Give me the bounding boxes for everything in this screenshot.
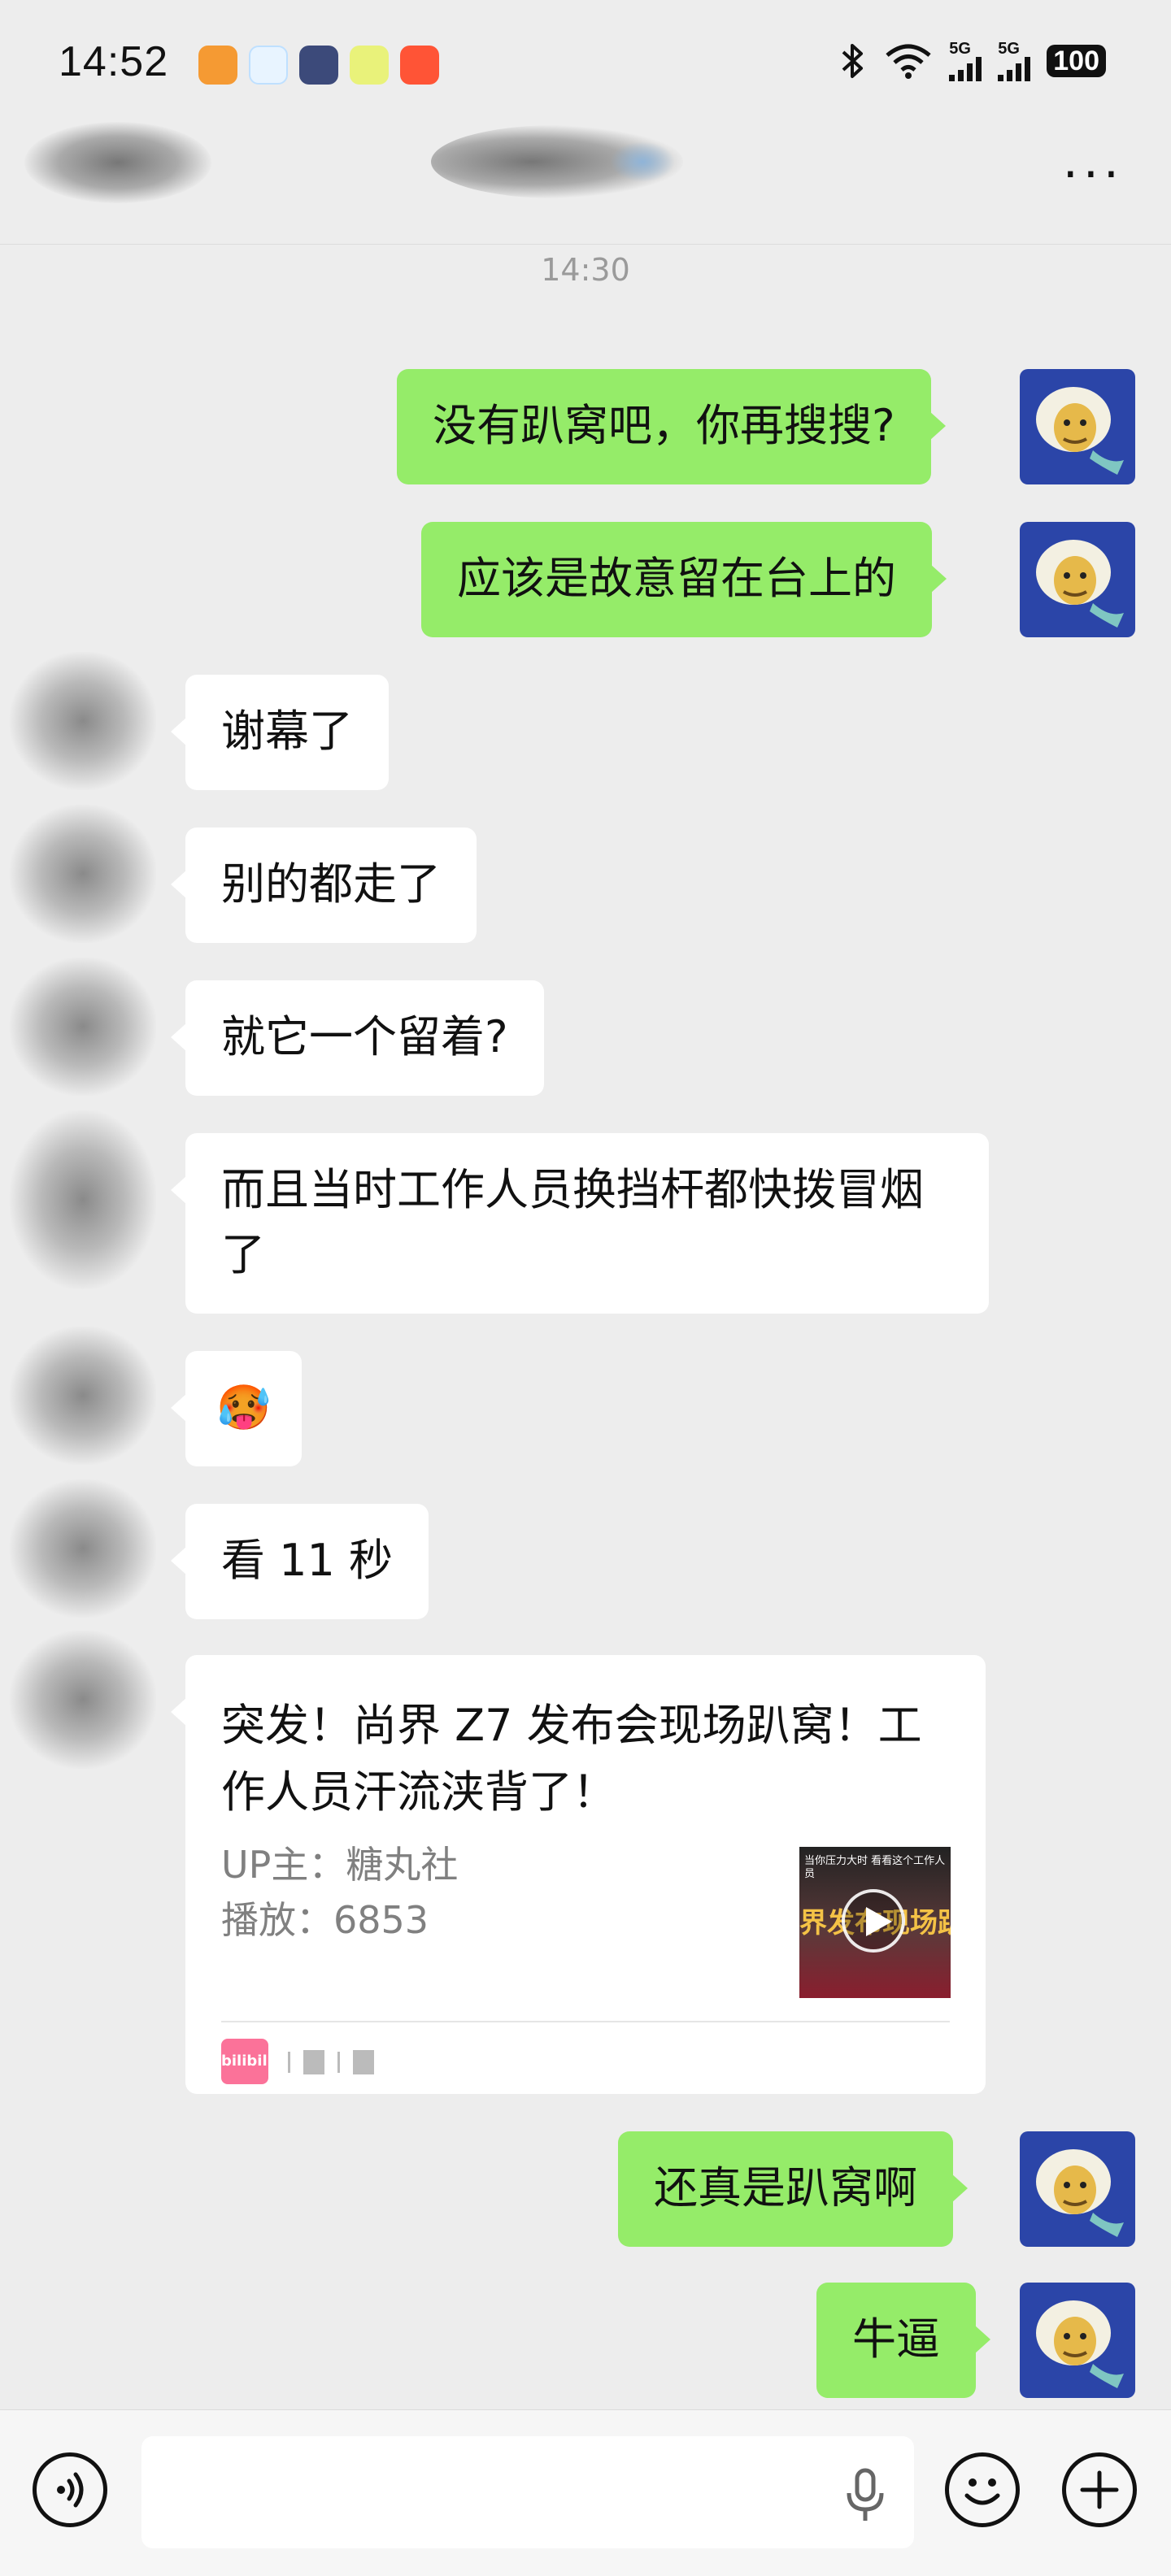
voice-wave-icon [57,2472,84,2508]
contact-avatar-blurred[interactable] [10,805,156,943]
notification-icons [198,46,439,85]
card-divider [221,2021,950,2022]
video-uploader: UP主：糖丸社 [221,1843,459,1887]
message-bubble-outgoing[interactable]: 没有趴窝吧，你再搜搜? [397,369,946,484]
more-options-button[interactable]: ··· [1063,150,1124,199]
chat-title-blurred [431,125,683,198]
shared-video-card[interactable]: 突发！尚界 Z7 发布会现场趴窝！工作人员汗流浃背了！ UP主：糖丸社 播放：6… [171,1655,986,2094]
voice-mode-button[interactable] [33,2452,107,2527]
play-icon [842,1889,905,1953]
video-thumbnail[interactable]: 当你压力大时 看看这个工作人员 界发布现场趴 [799,1847,951,1998]
my-avatar[interactable] [1020,2283,1135,2398]
back-and-title-blurred[interactable] [24,122,211,203]
message-bubble-incoming[interactable]: 就它一个留着? [171,980,544,1096]
security-app-icon [249,46,288,85]
status-time: 14:52 [59,38,169,85]
chat-timestamp: 14:30 [541,252,630,288]
contact-avatar-blurred[interactable] [10,958,156,1096]
app-notification-icon [198,46,237,85]
avatar-einstein-icon [1036,540,1124,628]
contact-avatar-blurred[interactable] [10,652,156,790]
car-app-icon [299,46,338,85]
avatar-einstein-icon [1036,2300,1124,2388]
app-notification-icon [350,46,389,85]
contact-avatar-blurred[interactable] [10,1479,156,1618]
smiley-icon [964,2478,1000,2505]
avatar-einstein-icon [1036,2149,1124,2237]
signal-bars-icon [998,57,1031,81]
message-bubble-incoming[interactable]: 别的都走了 [171,828,477,943]
message-bubble-incoming[interactable]: 而且当时工作人员换挡杆都快拨冒烟了 [171,1133,989,1314]
status-indicators: 5G 5G 100 [838,41,1106,81]
video-play-count: 播放：6853 [221,1898,429,1942]
my-avatar[interactable] [1020,2131,1135,2247]
message-bubble-outgoing[interactable]: 应该是故意留在台上的 [421,522,947,637]
message-bubble-incoming[interactable]: 看 11 秒 [170,1504,429,1619]
chart-app-icon [400,46,439,85]
thumbnail-caption: 当你压力大时 看看这个工作人员 [804,1855,946,1880]
input-toolbar [0,2409,1171,2576]
signal-indicator-2: 5G [998,41,1031,81]
more-actions-button[interactable] [1062,2452,1137,2527]
message-input[interactable] [141,2436,914,2548]
emoji-button[interactable] [945,2452,1020,2527]
source-name-blurred [288,2050,374,2074]
microphone-icon[interactable] [839,2465,891,2524]
video-title: 突发！尚界 Z7 发布会现场趴窝！工作人员汗流浃背了！ [221,1700,922,1818]
my-avatar[interactable] [1020,369,1135,484]
chat-header: ··· [0,122,1171,245]
bilibili-logo-icon: bilibili [221,2039,272,2084]
contact-avatar-blurred[interactable] [10,1327,156,1465]
signal-indicator-1: 5G [949,41,982,81]
bluetooth-icon [842,44,864,78]
plus-icon [1080,2470,1119,2509]
contact-avatar-blurred[interactable] [10,1110,156,1289]
wifi-icon [886,44,931,79]
status-bar: 14:52 5G 5G 100 [0,0,1171,122]
my-avatar[interactable] [1020,522,1135,637]
avatar-einstein-icon [1036,387,1124,475]
message-bubble-incoming[interactable]: 谢幕了 [171,675,389,790]
emoji-message-bubble[interactable]: 🥵 [170,1351,303,1466]
message-bubble-outgoing[interactable]: 还真是趴窝啊 [618,2131,968,2247]
signal-bars-icon [949,57,982,81]
contact-avatar-blurred[interactable] [10,1631,156,1769]
message-bubble-outgoing[interactable]: 牛逼 [816,2283,990,2398]
battery-indicator: 100 [1047,45,1106,77]
